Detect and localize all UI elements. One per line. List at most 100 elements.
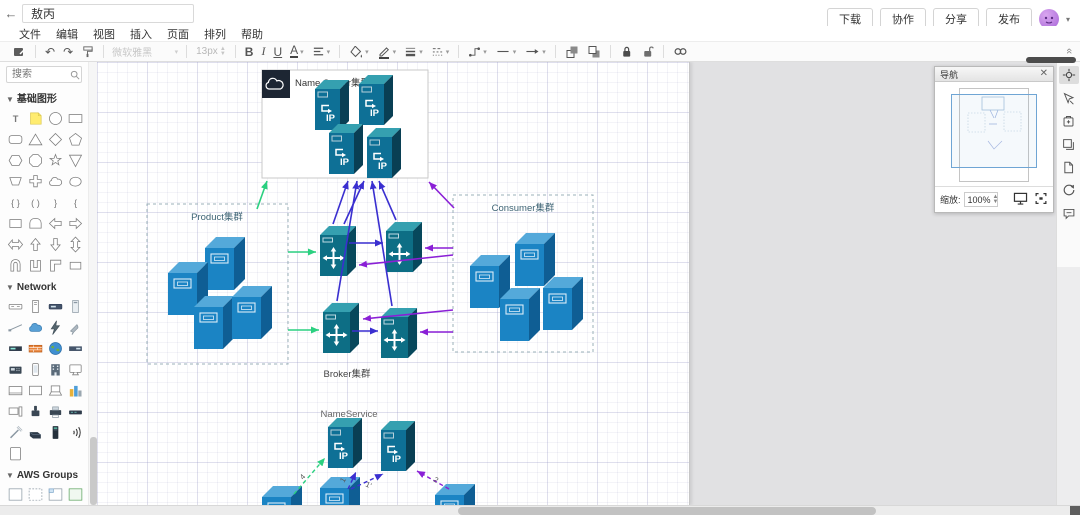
shape-u-turn[interactable] bbox=[6, 256, 25, 275]
shape-parentheses[interactable]: ( ) bbox=[26, 193, 45, 212]
shapes-panel-icon[interactable] bbox=[1059, 112, 1079, 130]
shape-screen[interactable] bbox=[6, 381, 25, 400]
shape-curly-braces[interactable]: { } bbox=[6, 193, 25, 212]
shape-blob[interactable] bbox=[66, 172, 85, 191]
unlock-button[interactable] bbox=[638, 43, 657, 61]
format-painter-button[interactable] bbox=[78, 43, 97, 61]
shape-ellipse[interactable] bbox=[46, 109, 65, 128]
shape-server-dark[interactable] bbox=[46, 423, 65, 442]
shape-rack-dark-2[interactable] bbox=[66, 339, 85, 358]
lock-button[interactable] bbox=[617, 43, 636, 61]
shape-cable[interactable] bbox=[6, 318, 25, 337]
shape-arrow-down[interactable] bbox=[46, 235, 65, 254]
shape-arrow-left-right[interactable] bbox=[6, 235, 25, 254]
shape-u-shape[interactable] bbox=[26, 256, 45, 275]
shape-network-switch[interactable] bbox=[66, 402, 85, 421]
format-panel-icon[interactable] bbox=[1059, 89, 1079, 107]
shape-cone[interactable] bbox=[66, 151, 85, 170]
shape-server-tower[interactable] bbox=[26, 297, 45, 316]
shape-desktop-pc[interactable] bbox=[6, 402, 25, 421]
font-size-stepper[interactable]: 13px▲▼ bbox=[193, 43, 229, 61]
shape-arrow-left[interactable] bbox=[46, 214, 65, 233]
nameservice-nodes[interactable] bbox=[262, 418, 475, 505]
shape-wireless-signal[interactable] bbox=[66, 423, 85, 442]
shape-mobile-phone[interactable] bbox=[26, 360, 45, 379]
shape-arrow-up[interactable] bbox=[26, 235, 45, 254]
redo-button[interactable]: ↷ bbox=[60, 43, 76, 61]
edit-style-button[interactable] bbox=[9, 43, 29, 61]
shape-pentagon[interactable] bbox=[66, 130, 85, 149]
shape-monitor[interactable] bbox=[66, 360, 85, 379]
fill-color-button[interactable]: ▾ bbox=[346, 43, 372, 61]
shape-satellite-dish[interactable] bbox=[66, 318, 85, 337]
shape-group-green[interactable] bbox=[66, 485, 85, 504]
avatar-caret-icon[interactable]: ▾ bbox=[1066, 15, 1070, 24]
product-nodes[interactable] bbox=[168, 237, 272, 349]
history-panel-icon[interactable] bbox=[1059, 181, 1079, 199]
collapse-toolbar-icon[interactable]: « bbox=[1063, 48, 1075, 54]
shape-firewall[interactable] bbox=[26, 339, 45, 358]
menu-item[interactable]: 编辑 bbox=[56, 26, 78, 42]
shape-card[interactable] bbox=[6, 214, 25, 233]
shape-corner[interactable] bbox=[46, 256, 65, 275]
fit-selection-button[interactable] bbox=[1034, 192, 1048, 208]
shape-cloud-network[interactable] bbox=[26, 318, 45, 337]
font-family-select[interactable]: 微软雅黑▾ bbox=[110, 44, 180, 60]
bold-button[interactable]: B bbox=[242, 43, 257, 61]
navigation-panel-icon[interactable] bbox=[1059, 66, 1079, 84]
layers-panel-icon[interactable] bbox=[1059, 135, 1079, 153]
shape-brace-left[interactable]: { bbox=[66, 193, 85, 212]
navigator-header[interactable]: 导航 ✕ bbox=[935, 67, 1053, 82]
link-button[interactable] bbox=[670, 43, 691, 61]
horizontal-scrollbar-thumb[interactable] bbox=[458, 507, 876, 515]
align-button[interactable]: ▾ bbox=[309, 43, 334, 61]
shape-fax-machine[interactable] bbox=[6, 360, 25, 379]
canvas-area[interactable]: IP Name Server集群 Product集群 bbox=[97, 62, 1056, 505]
menu-item[interactable]: 页面 bbox=[167, 26, 189, 42]
font-color-button[interactable]: A▾ bbox=[287, 43, 307, 61]
arrow-style-button[interactable]: ▾ bbox=[521, 43, 549, 61]
comments-panel-icon[interactable] bbox=[1059, 204, 1079, 222]
shape-group-dashed[interactable] bbox=[26, 485, 45, 504]
undo-button[interactable]: ↶ bbox=[42, 43, 58, 61]
pages-panel-icon[interactable] bbox=[1059, 158, 1079, 176]
shape-trapezoid[interactable] bbox=[6, 172, 25, 191]
shape-text[interactable]: T bbox=[6, 109, 25, 128]
shape-rectangle[interactable] bbox=[66, 109, 85, 128]
shape-octagon[interactable] bbox=[26, 151, 45, 170]
underline-button[interactable]: U bbox=[270, 43, 285, 61]
shape-desk-phone[interactable] bbox=[26, 402, 45, 421]
bring-to-front-button[interactable] bbox=[562, 43, 582, 61]
shape-printer[interactable] bbox=[46, 402, 65, 421]
shape-rack-labeled[interactable] bbox=[46, 297, 65, 316]
sidebar-scrollbar[interactable] bbox=[88, 62, 97, 505]
shape-cloud[interactable] bbox=[46, 172, 65, 191]
horizontal-scrollbar[interactable] bbox=[0, 505, 1080, 515]
back-icon[interactable]: ← bbox=[0, 6, 22, 21]
shape-city-buildings[interactable] bbox=[66, 381, 85, 400]
shape-small-rectangle[interactable] bbox=[66, 256, 85, 275]
menu-item[interactable]: 视图 bbox=[93, 26, 115, 42]
shape-antenna[interactable] bbox=[6, 423, 25, 442]
line-color-button[interactable]: ▾ bbox=[374, 43, 400, 61]
section-header[interactable]: ▼AWS Groups bbox=[6, 470, 84, 481]
shape-rack-dark[interactable] bbox=[6, 339, 25, 358]
shape-rack[interactable] bbox=[6, 297, 25, 316]
shape-cross[interactable] bbox=[26, 172, 45, 191]
line-style-button[interactable]: ▾ bbox=[428, 43, 453, 61]
waypoint-style-button[interactable]: ▾ bbox=[465, 43, 490, 61]
shape-star[interactable] bbox=[46, 151, 65, 170]
shape-rounded-rectangle[interactable] bbox=[6, 130, 25, 149]
fit-page-button[interactable] bbox=[1013, 192, 1028, 208]
shape-sticky-note[interactable] bbox=[26, 109, 45, 128]
section-header[interactable]: ▼Network bbox=[6, 282, 84, 293]
menu-item[interactable]: 文件 bbox=[19, 26, 41, 42]
shape-brace-right[interactable]: } bbox=[46, 193, 65, 212]
shape-screen-wide[interactable] bbox=[26, 381, 45, 400]
document-title-input[interactable] bbox=[22, 4, 194, 23]
panel-scrollbar-thumb[interactable] bbox=[1026, 57, 1076, 63]
shape-group-plain[interactable] bbox=[6, 485, 25, 504]
sidebar-scrollbar-thumb[interactable] bbox=[90, 437, 97, 505]
minimap-viewport[interactable] bbox=[951, 94, 1037, 168]
send-to-back-button[interactable] bbox=[584, 43, 604, 61]
